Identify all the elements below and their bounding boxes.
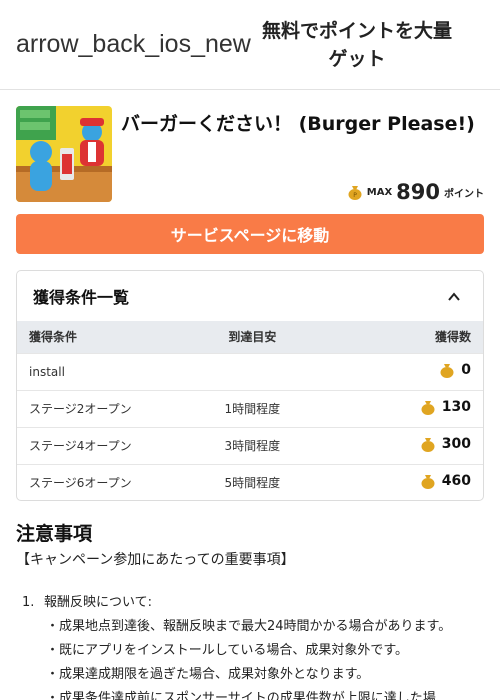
service-page-button[interactable]: サービスページに移動 [16, 214, 484, 254]
points-value: 130 [441, 399, 471, 415]
notice-subtitle: 【キャンペーン参加にあたっての重要事項】 [16, 552, 295, 568]
table-row: ステージ2オープン 1時間程度 130 [17, 389, 483, 427]
condition-cell: ステージ6オープン [17, 463, 176, 500]
max-label: MAX [366, 186, 393, 198]
app-icon [16, 106, 112, 202]
conditions-title: 獲得条件一覧 [33, 288, 130, 307]
bullet-item: ・既にアプリをインストールしている場合、成果対象外です。 [46, 643, 409, 658]
eta-cell: 5時間程度 [175, 463, 330, 500]
conditions-card: 獲得条件一覧 獲得条件 到達目安 獲得数 install 0 ステージ2オープン… [16, 270, 484, 501]
table-row: ステージ6オープン 5時間程度 460 [17, 463, 483, 500]
eta-cell [175, 352, 330, 390]
column-header: 獲得数 [329, 321, 483, 353]
conditions-header[interactable]: 獲得条件一覧 [17, 271, 483, 321]
points-value: 300 [441, 436, 471, 452]
points-unit: ポイント [444, 188, 484, 200]
notice-title: 注意事項 [16, 523, 93, 545]
app-header: arrow_back_ios_new 無料でポイントを大量ゲット [0, 0, 500, 90]
points-cell: 460 [420, 473, 471, 490]
points-value: 0 [461, 362, 471, 378]
list-number: 1. [22, 595, 35, 610]
max-points-value: 890 [396, 180, 440, 204]
table-row: ステージ4オープン 3時間程度 300 [17, 426, 483, 464]
table-header-row: 獲得条件 到達目安 獲得数 [17, 321, 483, 353]
condition-cell: ステージ2オープン [17, 389, 176, 427]
list-item: 1. 報酬反映について: [22, 591, 492, 615]
back-icon[interactable]: arrow_back_ios_new [16, 30, 251, 59]
notice-list: 1. 報酬反映について: ・成果地点到達後、報酬反映まで最大24時間かかる場合があ… [22, 591, 492, 700]
table-row: install 0 [17, 352, 483, 390]
svg-text:P: P [353, 192, 357, 199]
coin-icon [439, 362, 455, 378]
column-header: 到達目安 [175, 321, 330, 353]
eta-cell: 1時間程度 [175, 389, 330, 427]
list-heading: 報酬反映について: [44, 595, 152, 610]
conditions-table: 獲得条件 到達目安 獲得数 install 0 ステージ2オープン 1時間程度 … [17, 321, 483, 500]
points-value: 460 [441, 473, 471, 490]
points-cell: 130 [420, 399, 471, 415]
coin-icon [420, 473, 436, 490]
bullet-item: ・成果達成期限を過ぎた場合、成果対象外となります。 [46, 667, 370, 682]
condition-cell: install [17, 352, 176, 390]
coin-icon [420, 399, 436, 415]
bullet-item: ・成果地点到達後、報酬反映まで最大24時間かかる場合があります。 [46, 619, 452, 634]
points-cell: 0 [439, 362, 471, 378]
condition-cell: ステージ4オープン [17, 426, 176, 464]
page-title: 無料でポイントを大量ゲット [261, 20, 452, 70]
points-cell: 300 [420, 436, 471, 452]
coin-icon [420, 436, 436, 452]
bullet-item: ・成果条件達成前にスポンサーサイトの成果件数が上限に達した場 [46, 691, 436, 700]
app-name: バーガーください！ (Burger Please!) [121, 113, 475, 135]
eta-cell: 3時間程度 [175, 426, 330, 464]
chevron-up-icon[interactable] [447, 289, 461, 303]
column-header: 獲得条件 [17, 321, 176, 353]
coin-icon: P [347, 184, 363, 200]
max-points: P MAX 890 ポイント [347, 180, 484, 204]
